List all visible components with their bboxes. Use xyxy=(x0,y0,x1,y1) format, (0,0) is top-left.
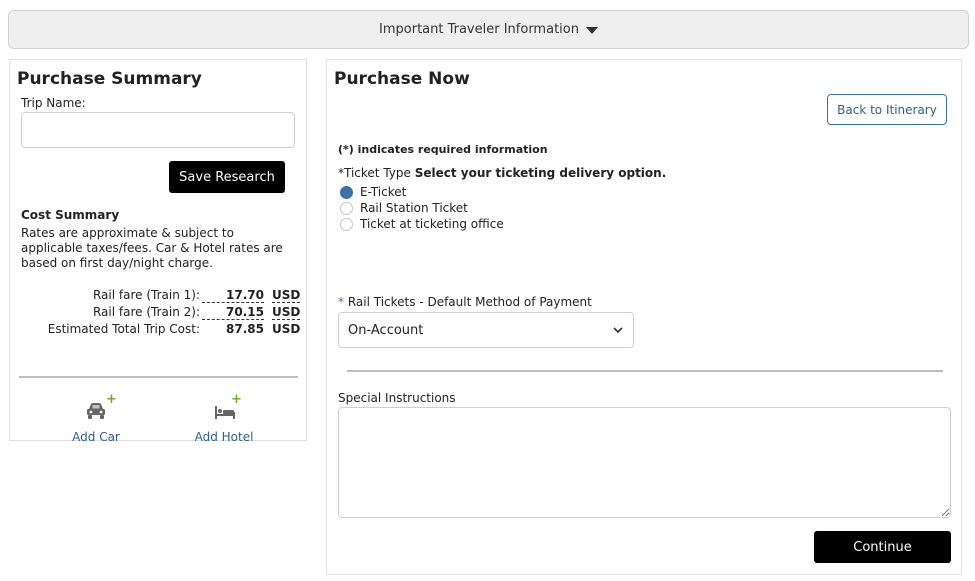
radio-label: E-Ticket xyxy=(360,185,407,199)
purchase-now-panel: Purchase Now Back to Itinerary (*) indic… xyxy=(326,59,962,575)
radio-option-e-ticket[interactable]: E-Ticket xyxy=(340,184,406,200)
payment-method-label: * Rail Tickets - Default Method of Payme… xyxy=(338,295,592,309)
radio-label: Ticket at ticketing office xyxy=(360,217,504,231)
cost-label: Estimated Total Trip Cost: xyxy=(47,322,200,336)
important-traveler-info-toggle[interactable]: Important Traveler Information xyxy=(8,10,969,49)
required-info-note: (*) indicates required information xyxy=(338,143,548,156)
chevron-down-icon xyxy=(613,327,623,334)
add-hotel-label: Add Hotel xyxy=(194,430,254,444)
ticket-type-prompt: Select your ticketing delivery option. xyxy=(414,166,667,180)
radio-option-rail-station[interactable]: Rail Station Ticket xyxy=(340,200,468,216)
cost-amount: 87.85 xyxy=(226,322,264,336)
add-hotel-button[interactable]: + Add Hotel xyxy=(179,390,269,444)
payment-method-select[interactable]: On-Account xyxy=(338,312,634,348)
radio-button[interactable] xyxy=(340,217,353,231)
cost-row: Rail fare (Train 1): 17.70 USD xyxy=(10,288,308,304)
purchase-summary-title: Purchase Summary xyxy=(17,69,202,89)
continue-button[interactable]: Continue xyxy=(814,531,951,563)
ticket-type-title: *Ticket Type xyxy=(338,166,411,180)
ticket-type-label: *Ticket Type Select your ticketing deliv… xyxy=(338,166,666,180)
summary-divider xyxy=(19,376,298,378)
trip-name-input[interactable] xyxy=(21,112,295,148)
trip-name-label: Trip Name: xyxy=(21,96,86,110)
purchase-summary-panel: Purchase Summary Trip Name: Save Researc… xyxy=(9,59,308,444)
cost-row: Rail fare (Train 2): 70.15 USD xyxy=(10,305,308,321)
plus-icon: + xyxy=(231,392,242,407)
section-divider xyxy=(347,370,943,372)
radio-label: Rail Station Ticket xyxy=(360,201,468,215)
info-bar-label: Important Traveler Information xyxy=(379,22,579,37)
special-instructions-textarea[interactable] xyxy=(338,407,951,518)
cost-label: Rail fare (Train 1): xyxy=(92,288,200,302)
cost-amount: 70.15 xyxy=(202,305,264,320)
radio-button[interactable] xyxy=(340,201,353,215)
caret-down-icon xyxy=(585,26,598,34)
cost-summary-heading: Cost Summary xyxy=(21,208,120,222)
cost-label: Rail fare (Train 2): xyxy=(92,305,200,319)
special-instructions-label: Special Instructions xyxy=(338,391,456,405)
cost-currency: USD xyxy=(272,288,301,303)
save-research-button[interactable]: Save Research xyxy=(169,161,285,193)
payment-method-value: On-Account xyxy=(348,322,424,338)
cost-currency: USD xyxy=(272,322,301,336)
car-icon xyxy=(87,403,105,419)
back-to-itinerary-button[interactable]: Back to Itinerary xyxy=(827,94,947,125)
add-car-button[interactable]: + Add Car xyxy=(51,390,141,444)
add-car-label: Add Car xyxy=(72,430,120,444)
payment-method-text: Rail Tickets - Default Method of Payment xyxy=(347,295,592,309)
required-star: * xyxy=(338,295,344,309)
plus-icon: + xyxy=(106,392,117,407)
radio-button-checked[interactable] xyxy=(340,185,353,199)
cost-summary-note: Rates are approximate & subject to appli… xyxy=(21,226,283,270)
cost-currency: USD xyxy=(272,305,301,320)
purchase-now-title: Purchase Now xyxy=(334,69,470,89)
radio-option-ticketing-office[interactable]: Ticket at ticketing office xyxy=(340,216,504,232)
cost-row-total: Estimated Total Trip Cost: 87.85 USD xyxy=(10,322,308,338)
cost-amount: 17.70 xyxy=(202,288,264,303)
